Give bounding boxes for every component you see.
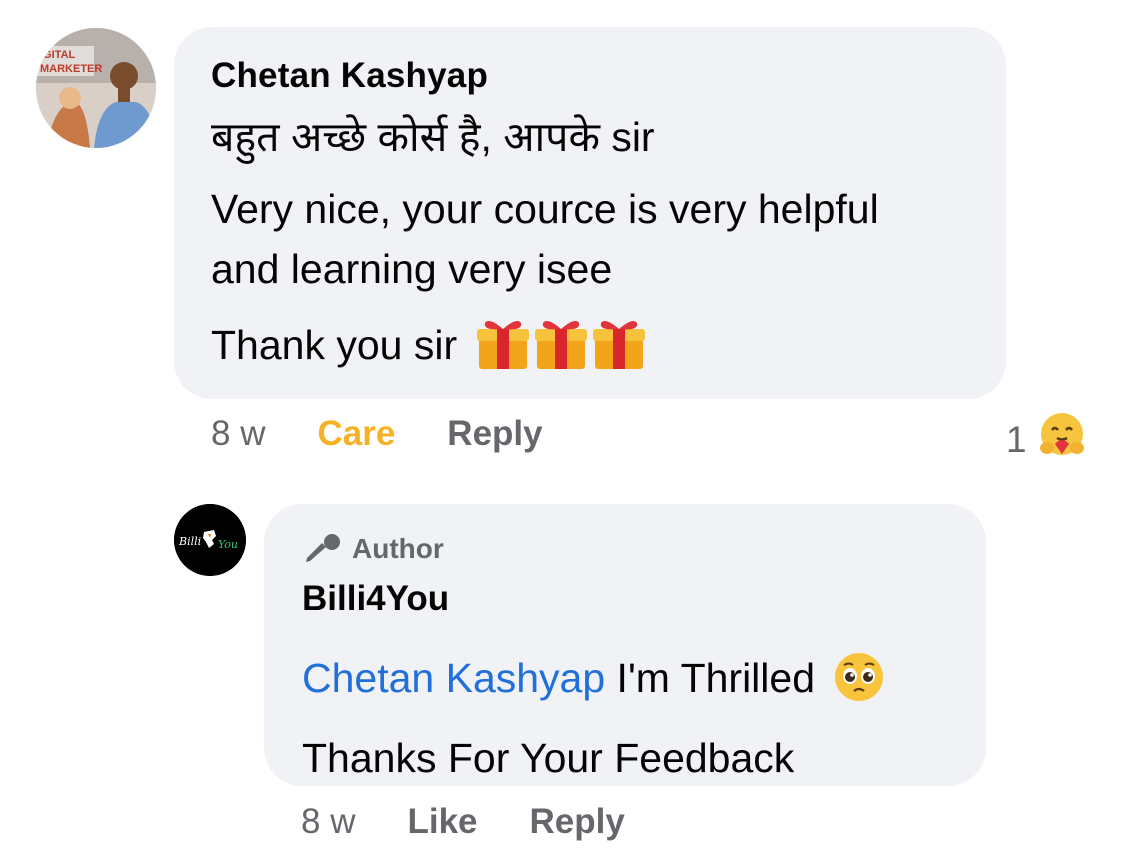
reply-actions: 8 w Like Reply [301, 802, 625, 842]
comment-actions: 8 w Care Reply [211, 414, 543, 454]
reply-bubble: Author Billi4You Chetan Kashyap I'm Thri… [264, 504, 986, 786]
reaction-count: 1 [1006, 418, 1027, 460]
comment-author-name[interactable]: Chetan Kashyap [211, 55, 968, 97]
mention-link[interactable]: Chetan Kashyap [302, 655, 605, 701]
comment-text-line-thanks: Thank you sir [211, 315, 968, 387]
reply-timestamp[interactable]: 8 w [301, 802, 355, 842]
avatar-image: Billi You [174, 504, 246, 576]
microphone-icon [302, 532, 342, 566]
author-badge-label: Author [352, 533, 444, 564]
svg-text:MARKETER: MARKETER [40, 63, 102, 75]
care-reaction-button[interactable]: Care [317, 414, 395, 454]
reply-text: I'm Thrilled [605, 655, 816, 701]
comment-timestamp[interactable]: 8 w [211, 414, 265, 454]
author-badge: Author [302, 532, 948, 566]
reaction-summary[interactable]: 1 [1006, 410, 1087, 469]
pleading-face-icon [832, 650, 886, 720]
comment-text-line: बहुत अच्छे कोर्स है, आपके sir [211, 114, 655, 160]
avatar-image: IGITAL MARKETER [36, 28, 156, 148]
avatar-text-right: You [218, 538, 238, 551]
reply-button[interactable]: Reply [447, 414, 542, 454]
care-emoji-icon [1037, 410, 1087, 469]
reply-text-line: Chetan Kashyap I'm Thrilled [302, 648, 948, 720]
avatar-text-left: Billi [178, 535, 201, 548]
comment-text-line: Very nice, your cource is very helpful [211, 186, 879, 232]
avatar[interactable]: Billi You [174, 504, 246, 576]
reply-button[interactable]: Reply [530, 802, 625, 842]
svg-text:IGITAL: IGITAL [40, 49, 76, 61]
comment-thread: IGITAL MARKETER Chetan Kashyap बहुत अच्छ… [0, 0, 1125, 853]
reply-text-line: Thanks For Your Feedback [302, 735, 795, 781]
gift-icon [475, 315, 647, 387]
comment-thanks-text: Thank you sir [211, 322, 458, 368]
comment-bubble: Chetan Kashyap बहुत अच्छे कोर्स है, आपके… [174, 27, 1006, 399]
comment-text-line: and learning very isee [211, 246, 613, 292]
like-button[interactable]: Like [407, 802, 477, 842]
avatar[interactable]: IGITAL MARKETER [36, 28, 156, 148]
reply-author-name[interactable]: Billi4You [302, 578, 948, 620]
